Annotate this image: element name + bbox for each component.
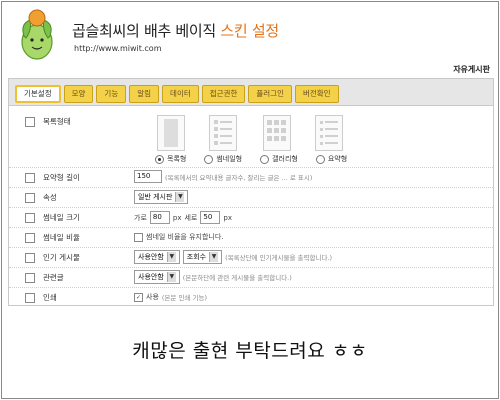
popular-posts-note: (목록상단에 인기게시물을 출력합니다.): [225, 254, 333, 262]
list-type-label: 목록형태: [43, 117, 71, 126]
attribute-checkbox[interactable]: [25, 193, 35, 203]
tab-version[interactable]: 버전확인: [294, 85, 339, 103]
print-note: (본문 인쇄 기능): [161, 294, 207, 302]
popular-posts-label: 인기 게시물: [43, 253, 80, 262]
radio-label: 썸네일형: [216, 155, 243, 163]
related-posts-label: 관련글: [43, 273, 64, 282]
width-unit: px: [172, 213, 182, 222]
window-frame: 곱슬최씨의 배추 베이직 스킨 설정 http://www.miwit.com …: [1, 1, 499, 399]
thumbnail-ratio-label: 썸네일 비율: [43, 233, 80, 242]
list-layout-preview[interactable]: [157, 115, 185, 151]
radio-label: 요약형: [327, 155, 348, 163]
popular-posts-checkbox[interactable]: [25, 253, 35, 263]
radio-dot[interactable]: [260, 154, 270, 164]
radio-label: 갤러리형: [272, 155, 298, 163]
attribute-select-value: 일반 게시판: [138, 193, 173, 201]
summary-length-note: (목록에서의 요약내용 글자수, 잘리는 글은 ... 로 표시): [165, 173, 313, 182]
site-url[interactable]: http://www.miwit.com: [74, 44, 162, 53]
summary-length-label: 요약형 길이: [43, 173, 80, 182]
related-posts-note: (본문하단에 관련 게시물을 출력합니다.): [182, 274, 292, 282]
height-prefix: 세로: [184, 213, 198, 222]
radio-list[interactable]: 목록형: [155, 154, 186, 164]
popular-sort-value: 조회수: [186, 253, 207, 261]
radio-label: 목록형: [167, 155, 187, 163]
chevron-down-icon[interactable]: ▼: [209, 252, 219, 262]
print-use-text: 사용: [146, 293, 159, 301]
board-link[interactable]: 자유게시판: [453, 64, 490, 75]
title-accent: 스킨 설정: [220, 22, 279, 40]
title-main: 곱슬최씨의 배추 베이직: [72, 22, 221, 40]
radio-dot[interactable]: [315, 154, 325, 164]
thumbnail-size-checkbox[interactable]: [25, 213, 35, 223]
keep-ratio-checkbox[interactable]: [134, 232, 143, 242]
thumbnail-width-input[interactable]: 80: [149, 211, 170, 224]
summary-length-input[interactable]: 150: [134, 170, 162, 183]
attribute-label: 속성: [43, 193, 57, 202]
thumbnail-height-input[interactable]: 50: [200, 211, 221, 224]
keep-ratio-text: 썸네일 비율을 유지합니다.: [146, 233, 224, 241]
row-thumbnail-size: 썸네일 크기 가로 80 px 세로 50 px: [9, 207, 493, 228]
row-related-posts: 관련글 사용안함 ▼ (본문하단에 관련 게시물을 출력합니다.): [9, 267, 493, 288]
cabbage-mascot-logo: [21, 9, 53, 60]
tab-plugins[interactable]: 플러그인: [248, 85, 292, 103]
caption-text: 캐많은 출현 부탁드려요 ㅎㅎ: [132, 340, 368, 362]
row-list-type: 목록형태 목록형 썸네일형 갤러리형 요약형: [9, 107, 493, 168]
height-unit: px: [223, 213, 232, 222]
attribute-select[interactable]: 일반 게시판 ▼: [134, 190, 189, 204]
thumbnail-layout-preview[interactable]: [209, 115, 237, 151]
tab-features[interactable]: 기능: [96, 85, 127, 103]
row-thumbnail-ratio: 썸네일 비율 썸네일 비율을 유지합니다.: [9, 227, 493, 248]
chevron-down-icon[interactable]: ▼: [166, 272, 176, 282]
print-label: 인쇄: [43, 293, 57, 302]
related-use-select[interactable]: 사용안함 ▼: [134, 270, 180, 284]
related-posts-checkbox[interactable]: [25, 273, 35, 283]
row-popular-posts: 인기 게시물 사용안함 ▼ 조회수 ▼ (목록상단에 인기게시물을 출력합니다.): [9, 247, 493, 268]
summary-layout-preview[interactable]: [315, 115, 343, 151]
popular-use-select[interactable]: 사용안함 ▼: [134, 250, 180, 264]
tab-basic-settings[interactable]: 기본설정: [15, 85, 61, 103]
chevron-down-icon[interactable]: ▼: [175, 192, 185, 202]
row-print: 인쇄 ✓ 사용 (본문 인쇄 기능): [9, 287, 493, 305]
thumbnail-ratio-checkbox[interactable]: [25, 233, 35, 243]
radio-dot-selected[interactable]: [155, 154, 164, 164]
tab-permissions[interactable]: 접근권한: [201, 85, 246, 103]
popular-use-value: 사용안함: [138, 253, 164, 261]
row-attribute: 속성 일반 게시판 ▼: [9, 187, 493, 208]
summary-length-checkbox[interactable]: [25, 173, 35, 183]
radio-gallery[interactable]: 갤러리형: [260, 154, 298, 164]
settings-panel: 기본설정 모양 기능 알림 데이터 접근권한 플러그인 버전확인 목록형태 목록…: [8, 78, 494, 306]
tab-notifications[interactable]: 알림: [129, 85, 160, 103]
chevron-down-icon[interactable]: ▼: [166, 252, 176, 262]
thumbnail-size-label: 썸네일 크기: [43, 213, 80, 222]
gallery-layout-preview[interactable]: [263, 115, 291, 151]
page-title: 곱슬최씨의 배추 베이직 스킨 설정: [72, 20, 279, 41]
radio-thumbnail[interactable]: 썸네일형: [204, 154, 242, 164]
tab-bar: 기본설정 모양 기능 알림 데이터 접근권한 플러그인 버전확인: [9, 79, 493, 106]
row-summary-length: 요약형 길이 150 (목록에서의 요약내용 글자수, 잘리는 글은 ... 로…: [9, 167, 493, 188]
radio-summary[interactable]: 요약형: [315, 154, 348, 164]
header: 곱슬최씨의 배추 베이직 스킨 설정 http://www.miwit.com: [2, 2, 498, 66]
tab-data[interactable]: 데이터: [162, 85, 199, 103]
print-use-checkbox[interactable]: ✓: [134, 292, 143, 302]
popular-sort-select[interactable]: 조회수 ▼: [182, 250, 223, 264]
radio-dot[interactable]: [204, 154, 214, 164]
tab-appearance[interactable]: 모양: [63, 85, 94, 103]
width-prefix: 가로: [134, 213, 147, 222]
list-type-checkbox[interactable]: [25, 117, 35, 127]
list-type-radio-group: 목록형 썸네일형 갤러리형 요약형: [155, 154, 347, 164]
print-checkbox[interactable]: [25, 293, 35, 303]
related-use-value: 사용안함: [138, 273, 164, 281]
